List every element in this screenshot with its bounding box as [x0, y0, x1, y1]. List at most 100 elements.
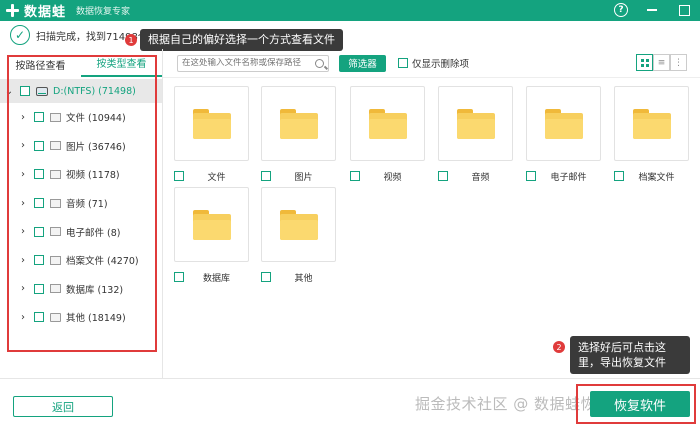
- grid-tile-videos[interactable]: 视频: [350, 86, 425, 183]
- plus-logo-icon: [6, 4, 19, 17]
- tile-label: 档案文件: [638, 172, 675, 183]
- checkbox[interactable]: [526, 171, 536, 181]
- tree-item-email[interactable]: › 电子邮件 (8): [0, 217, 162, 246]
- tile-thumbnail[interactable]: [438, 86, 513, 161]
- archive-icon: [50, 255, 61, 265]
- maximize-icon[interactable]: [676, 2, 692, 18]
- checkbox[interactable]: [174, 171, 184, 181]
- app-logo: 数据蛙 数据恢复专家: [6, 1, 130, 20]
- chevron-right-icon[interactable]: ›: [18, 283, 28, 294]
- tree-root-drive[interactable]: ⌄ D:(NTFS) (71498): [0, 79, 162, 103]
- minimize-icon[interactable]: [644, 2, 660, 18]
- grid-tile-other[interactable]: 其他: [261, 187, 336, 284]
- checkbox[interactable]: [34, 140, 44, 151]
- checkbox[interactable]: [34, 169, 44, 180]
- tree-item-label: 数据库 (132): [66, 284, 124, 296]
- tree-item-videos[interactable]: › 视频 (1178): [0, 160, 162, 189]
- chevron-down-icon[interactable]: ⌄: [4, 86, 14, 97]
- tree-item-label: 视频 (1178): [66, 170, 120, 182]
- tile-thumbnail[interactable]: [174, 187, 249, 262]
- tile-label: 电子邮件: [550, 172, 587, 183]
- app-name: 数据蛙: [24, 5, 67, 20]
- chevron-right-icon[interactable]: ›: [18, 226, 28, 237]
- search-icon[interactable]: [315, 58, 324, 68]
- image-icon: [50, 141, 61, 151]
- checkbox[interactable]: [174, 272, 184, 282]
- tab-by-path[interactable]: 按路径查看: [0, 57, 81, 77]
- grid-tile-email[interactable]: 电子邮件: [526, 86, 601, 183]
- checkbox[interactable]: [398, 58, 408, 68]
- tile-thumbnail[interactable]: [350, 86, 425, 161]
- tree-item-audio[interactable]: › 音频 (71): [0, 189, 162, 218]
- filter-button[interactable]: 筛选器: [339, 54, 386, 72]
- document-icon: [50, 112, 61, 122]
- scan-status-row: ✓ 扫描完成，找到71498个: [0, 21, 700, 49]
- footer: 返回 掘金技术社区 @ 数据蛙恢复软件 恢复软件: [0, 378, 700, 426]
- checkbox[interactable]: [34, 283, 44, 294]
- tree-item-files[interactable]: › 文件 (10944): [0, 103, 162, 132]
- checkbox[interactable]: [614, 171, 624, 181]
- checkbox[interactable]: [34, 312, 44, 323]
- detail-view-icon[interactable]: ⋮: [670, 54, 687, 71]
- tile-label: 文件: [207, 172, 226, 183]
- tree-item-database[interactable]: › 数据库 (132): [0, 275, 162, 304]
- grid-tile-images[interactable]: 图片: [261, 86, 336, 183]
- tile-thumbnail[interactable]: [614, 86, 689, 161]
- chevron-right-icon[interactable]: ›: [18, 312, 28, 323]
- drive-icon: [36, 86, 48, 96]
- view-mode-switch: ≡ ⋮: [636, 54, 687, 71]
- tile-thumbnail[interactable]: [261, 187, 336, 262]
- grid-tile-archives[interactable]: 档案文件: [614, 86, 689, 183]
- chevron-right-icon[interactable]: ›: [18, 255, 28, 266]
- only-deleted-toggle[interactable]: 仅显示删除项: [398, 56, 469, 70]
- list-view-icon[interactable]: ≡: [653, 54, 670, 71]
- checkbox[interactable]: [34, 255, 44, 266]
- folder-icon: [192, 108, 231, 139]
- tree-item-archives[interactable]: › 档案文件 (4270): [0, 246, 162, 275]
- tree-item-label: 图片 (36746): [66, 141, 126, 153]
- export-recover-button[interactable]: 恢复软件: [590, 391, 690, 417]
- grid-tile-files[interactable]: 文件: [174, 86, 249, 183]
- grid-view-icon[interactable]: [636, 54, 653, 71]
- search-input[interactable]: [182, 58, 315, 68]
- folder-icon: [50, 312, 61, 322]
- help-icon[interactable]: ?: [614, 3, 628, 17]
- folder-icon: [192, 209, 231, 240]
- folder-icon: [632, 108, 671, 139]
- tile-thumbnail[interactable]: [261, 86, 336, 161]
- chevron-right-icon[interactable]: ›: [18, 112, 28, 123]
- checkbox[interactable]: [350, 171, 360, 181]
- tile-label: 视频: [383, 172, 402, 183]
- folder-icon: [279, 209, 318, 240]
- checkbox[interactable]: [20, 86, 30, 96]
- checkbox[interactable]: [34, 112, 44, 123]
- checkbox[interactable]: [34, 198, 44, 209]
- video-icon: [50, 169, 61, 179]
- tooltip-choose-view: 根据自己的偏好选择一个方式查看文件: [140, 29, 343, 51]
- title-bar: 数据蛙 数据恢复专家 ?: [0, 0, 700, 21]
- chevron-right-icon[interactable]: ›: [18, 140, 28, 151]
- checkbox[interactable]: [438, 171, 448, 181]
- checkbox[interactable]: [261, 272, 271, 282]
- search-box[interactable]: [177, 54, 329, 72]
- left-panel: 按路径查看 按类型查看 ⌄ D:(NTFS) (71498) › 文件 (109…: [0, 49, 163, 378]
- window-controls: ?: [614, 2, 692, 18]
- tile-thumbnail[interactable]: [526, 86, 601, 161]
- tile-thumbnail[interactable]: [174, 86, 249, 161]
- tree-item-images[interactable]: › 图片 (36746): [0, 132, 162, 161]
- email-icon: [50, 227, 61, 237]
- database-icon: [50, 284, 61, 294]
- chevron-right-icon[interactable]: ›: [18, 198, 28, 209]
- grid-tile-database[interactable]: 数据库: [174, 187, 249, 284]
- tile-label: 数据库: [202, 273, 230, 284]
- tree-root-label: D:(NTFS) (71498): [53, 85, 136, 97]
- tree-item-label: 档案文件 (4270): [66, 256, 139, 268]
- tree-item-other[interactable]: › 其他 (18149): [0, 303, 162, 332]
- chevron-right-icon[interactable]: ›: [18, 169, 28, 180]
- toolbar: 筛选器 仅显示删除项 ≡ ⋮: [163, 49, 700, 77]
- grid-tile-audio[interactable]: 音频: [438, 86, 513, 183]
- tab-by-type[interactable]: 按类型查看: [81, 55, 162, 77]
- back-button[interactable]: 返回: [13, 396, 113, 417]
- checkbox[interactable]: [261, 171, 271, 181]
- checkbox[interactable]: [34, 226, 44, 237]
